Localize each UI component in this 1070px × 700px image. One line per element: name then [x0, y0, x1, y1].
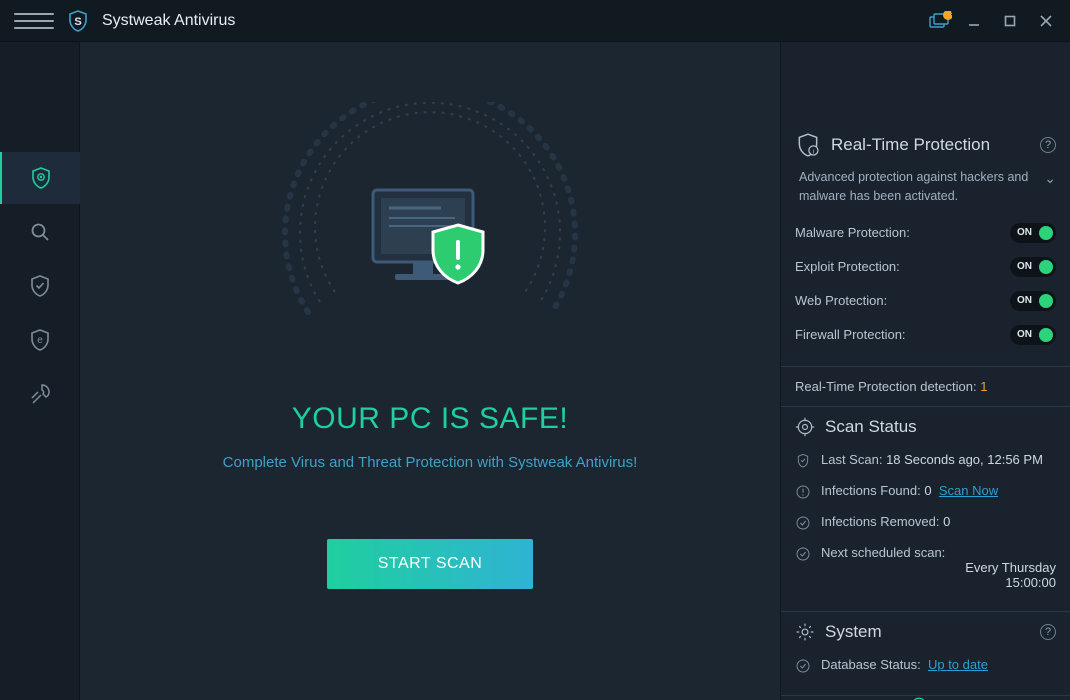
- app-title: Systweak Antivirus: [102, 12, 235, 30]
- rtp-detection-label: Real-Time Protection detection:: [795, 379, 977, 394]
- svg-text:S: S: [74, 16, 81, 28]
- check-circle-icon: [910, 696, 928, 700]
- svg-text:i: i: [813, 149, 814, 156]
- sidebar-item-protection[interactable]: [0, 260, 80, 312]
- scan-now-link[interactable]: Scan Now: [939, 483, 998, 498]
- check-circle-icon: [795, 515, 811, 531]
- sidebar-item-quarantine[interactable]: e: [0, 314, 80, 366]
- main-panel: YOUR PC IS SAFE! Complete Virus and Thre…: [80, 42, 780, 700]
- sidebar: e: [0, 42, 80, 700]
- toggle-label: Malware Protection:: [795, 225, 1010, 240]
- toggle-row-firewall: Firewall Protection: ON: [795, 318, 1056, 352]
- toggle-label: Web Protection:: [795, 293, 1010, 308]
- database-status-link[interactable]: Up to date: [928, 657, 988, 672]
- right-panel: i Real-Time Protection ? Advanced protec…: [780, 42, 1070, 700]
- infections-found-row: Infections Found: 0 Scan Now: [795, 476, 1056, 507]
- start-scan-button[interactable]: START SCAN: [327, 539, 533, 589]
- last-scan-row: Last Scan: 18 Seconds ago, 12:56 PM: [795, 445, 1056, 476]
- status-subline: Complete Virus and Threat Protection wit…: [223, 454, 638, 471]
- next-scheduled-row: Next scheduled scan: Every Thursday 15:0…: [795, 538, 1056, 597]
- registered-version-label: Registered Version: [936, 697, 1054, 700]
- firewall-toggle[interactable]: ON: [1010, 325, 1056, 345]
- svg-text:e: e: [37, 335, 43, 346]
- toggle-row-web: Web Protection: ON: [795, 284, 1056, 318]
- info-icon: [795, 484, 811, 500]
- status-headline: YOUR PC IS SAFE!: [292, 402, 568, 436]
- rtp-description: Advanced protection against hackers and …: [799, 168, 1036, 206]
- database-status-row: Database Status: Up to date: [795, 650, 1056, 681]
- toggle-label: Firewall Protection:: [795, 327, 1010, 342]
- rtp-detection-count: 1: [980, 379, 987, 394]
- maximize-button[interactable]: [996, 7, 1024, 35]
- scan-status-title: Scan Status: [825, 417, 1056, 437]
- status-graphic: [280, 132, 580, 362]
- sidebar-item-scan[interactable]: [0, 206, 80, 258]
- help-icon[interactable]: ?: [1040, 624, 1056, 640]
- check-circle-icon: [795, 658, 811, 674]
- notification-icon[interactable]: !: [928, 11, 952, 31]
- malware-toggle[interactable]: ON: [1010, 223, 1056, 243]
- sidebar-item-home[interactable]: [0, 152, 80, 204]
- footer: Registered Version: [781, 695, 1070, 700]
- sidebar-item-optimize[interactable]: [0, 368, 80, 420]
- scan-status-section: Scan Status Last Scan: 18 Seconds ago, 1…: [781, 407, 1070, 612]
- monitor-icon: [355, 170, 505, 325]
- shield-check-icon: [795, 453, 811, 469]
- check-circle-icon: [795, 546, 811, 562]
- toggle-label: Exploit Protection:: [795, 259, 1010, 274]
- infections-removed-row: Infections Removed: 0: [795, 507, 1056, 538]
- gear-icon: [795, 622, 815, 642]
- shield-info-icon: i: [795, 132, 821, 158]
- help-icon[interactable]: ?: [1040, 137, 1056, 153]
- system-section: System ? Database Status: Up to date: [781, 612, 1070, 695]
- web-toggle[interactable]: ON: [1010, 291, 1056, 311]
- toggle-row-malware: Malware Protection: ON: [795, 216, 1056, 250]
- target-icon: [795, 417, 815, 437]
- rtp-detection-row: Real-Time Protection detection: 1: [781, 367, 1070, 407]
- titlebar: S Systweak Antivirus !: [0, 0, 1070, 42]
- exploit-toggle[interactable]: ON: [1010, 257, 1056, 277]
- close-button[interactable]: [1032, 7, 1060, 35]
- notification-badge: !: [950, 8, 953, 17]
- app-logo-icon: S: [66, 9, 90, 33]
- rtp-title: Real-Time Protection: [831, 135, 1030, 155]
- realtime-protection-section: i Real-Time Protection ? Advanced protec…: [781, 122, 1070, 367]
- system-title: System: [825, 622, 1030, 642]
- menu-icon[interactable]: [14, 7, 54, 35]
- chevron-down-icon[interactable]: ⌄: [1044, 168, 1056, 189]
- minimize-button[interactable]: [960, 7, 988, 35]
- toggle-row-exploit: Exploit Protection: ON: [795, 250, 1056, 284]
